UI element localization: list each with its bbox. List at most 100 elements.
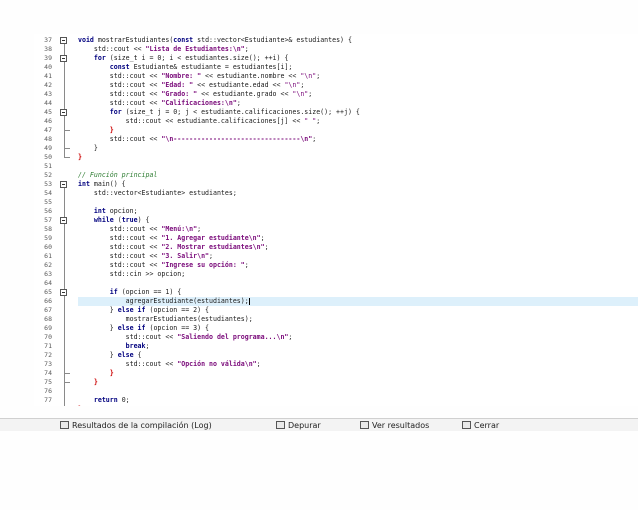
code-line-current[interactable]: agregarEstudiante(estudiantes); [78, 297, 638, 306]
compile-log-icon [60, 421, 69, 429]
line-number: 62 [44, 261, 52, 269]
code-line[interactable]: std::cout << "3. Salir\n"; [78, 252, 638, 261]
panel-tab[interactable]: Ver resultados [360, 421, 429, 431]
code-line[interactable]: std::cout << "Lista de Estudiantes:\n"; [78, 45, 638, 54]
line-number: 73 [44, 360, 52, 368]
code-line[interactable]: break; [78, 342, 638, 351]
code-line[interactable]: } [78, 144, 638, 153]
line-number: 39 [44, 54, 52, 62]
code-line[interactable] [78, 162, 638, 171]
code-line[interactable]: std::cout << "Grado: " << estudiante.gra… [78, 90, 638, 99]
code-line[interactable]: // Función principal [78, 171, 638, 180]
bottom-panel-tabs: Resultados de la compilación (Log) Depura… [0, 418, 638, 431]
code-line[interactable]: } [78, 378, 638, 387]
code-line[interactable]: } else if (opcion == 3) { [78, 324, 638, 333]
panel-tab-label: Depurar [288, 421, 321, 430]
code-line[interactable]: for (size_t i = 0; i < estudiantes.size(… [78, 54, 638, 63]
line-number: 68 [44, 315, 52, 323]
line-number: 60 [44, 243, 52, 251]
fold-toggle-icon[interactable] [60, 55, 67, 62]
code-line[interactable]: mostrarEstudiantes(estudiantes); [78, 315, 638, 324]
line-number-gutter: 37 38 39 40 41 42 43 44 45 46 47 48 49 50 51 52 53 54 55 56… [34, 34, 54, 406]
code-line[interactable]: while (true) { [78, 216, 638, 225]
code-line[interactable]: if (opcion == 1) { [78, 288, 638, 297]
fold-toggle-icon[interactable] [60, 181, 67, 188]
code-line[interactable]: std::cout << "Saliendo del programa...\n… [78, 333, 638, 342]
line-number: 57 [44, 216, 52, 224]
code-line[interactable]: std::cout << "Menú:\n"; [78, 225, 638, 234]
code-line[interactable]: std::cout << "Edad: " << estudiante.edad… [78, 81, 638, 90]
line-number: 49 [44, 144, 52, 152]
line-number: 41 [44, 72, 52, 80]
code-line[interactable]: std::cout << "Opción no válida\n"; [78, 360, 638, 369]
line-number: 74 [44, 369, 52, 377]
code-line[interactable]: } [78, 153, 638, 162]
results-icon [360, 421, 369, 429]
panel-tab[interactable]: Cerrar [462, 421, 499, 431]
line-number: 70 [44, 333, 52, 341]
code-editor[interactable]: 37 38 39 40 41 42 43 44 45 46 47 48 49 50 51 52 53 54 55 56… [34, 34, 638, 406]
close-icon [462, 421, 471, 429]
line-number: 38 [44, 45, 52, 53]
code-line[interactable]: } [78, 405, 638, 406]
line-number: 46 [44, 117, 52, 125]
line-number: 71 [44, 342, 52, 350]
fold-end-marker [64, 157, 70, 158]
fold-margin [54, 34, 76, 406]
line-number: 77 [44, 396, 52, 404]
code-line[interactable]: int main() { [78, 180, 638, 189]
panel-tab[interactable]: Depurar [276, 421, 321, 431]
panel-tab-label: Cerrar [474, 421, 500, 430]
code-line[interactable]: for (size_t j = 0; j < estudiante.califi… [78, 108, 638, 117]
line-number: 66 [44, 297, 52, 305]
code-line[interactable] [78, 279, 638, 288]
code-line[interactable]: } else if (opcion == 2) { [78, 306, 638, 315]
code-line[interactable]: std::cout << estudiante.calificaciones[j… [78, 117, 638, 126]
debug-icon [276, 421, 285, 429]
line-number: 42 [44, 81, 52, 89]
code-line[interactable]: std::cout << "1. Agregar estudiante\n"; [78, 234, 638, 243]
code-line[interactable]: std::vector<Estudiante> estudiantes; [78, 189, 638, 198]
code-line[interactable] [78, 198, 638, 207]
code-line[interactable]: return 0; [78, 396, 638, 405]
code-line[interactable]: int opcion; [78, 207, 638, 216]
fold-toggle-icon[interactable] [60, 217, 67, 224]
code-line[interactable]: } [78, 369, 638, 378]
panel-tab-label: Ver resultados [372, 421, 430, 430]
fold-end-marker [64, 373, 70, 374]
line-number: 51 [44, 162, 52, 170]
code-line[interactable]: std::cout << "2. Mostrar estudiantes\n"; [78, 243, 638, 252]
fold-end-marker [64, 148, 70, 149]
code-line[interactable]: const Estudiante& estudiante = estudiant… [78, 63, 638, 72]
line-number: 61 [44, 252, 52, 260]
code-area[interactable]: void mostrarEstudiantes(const std::vecto… [78, 34, 638, 406]
line-number: 53 [44, 180, 52, 188]
line-number: 52 [44, 171, 52, 179]
fold-toggle-icon[interactable] [60, 289, 67, 296]
code-line[interactable]: std::cin >> opcion; [78, 270, 638, 279]
code-line[interactable]: std::cout << "\n------------------------… [78, 135, 638, 144]
line-number: 78 [34, 405, 52, 406]
line-number: 58 [44, 225, 52, 233]
line-number: 75 [44, 378, 52, 386]
code-line[interactable]: std::cout << "Nombre: " << estudiante.no… [78, 72, 638, 81]
line-number: 37 [44, 36, 52, 44]
fold-toggle-icon[interactable] [60, 37, 67, 44]
line-number: 54 [44, 189, 52, 197]
code-line[interactable]: } else { [78, 351, 638, 360]
line-number: 65 [44, 288, 52, 296]
fold-toggle-icon[interactable] [60, 109, 67, 116]
line-number: 72 [44, 351, 52, 359]
line-number: 43 [44, 90, 52, 98]
code-line[interactable] [78, 387, 638, 396]
line-number: 50 [44, 153, 52, 161]
code-line[interactable]: std::cout << "Ingrese su opción: "; [78, 261, 638, 270]
code-line[interactable]: } [78, 126, 638, 135]
fold-end-marker [64, 382, 70, 383]
code-line[interactable]: std::cout << "Calificaciones:\n"; [78, 99, 638, 108]
panel-tab[interactable]: Resultados de la compilación (Log) [60, 421, 212, 431]
panel-tab-label: Resultados de la compilación (Log) [72, 421, 212, 430]
line-number: 55 [44, 198, 52, 206]
line-number: 47 [44, 126, 52, 134]
code-line[interactable]: void mostrarEstudiantes(const std::vecto… [78, 36, 638, 45]
